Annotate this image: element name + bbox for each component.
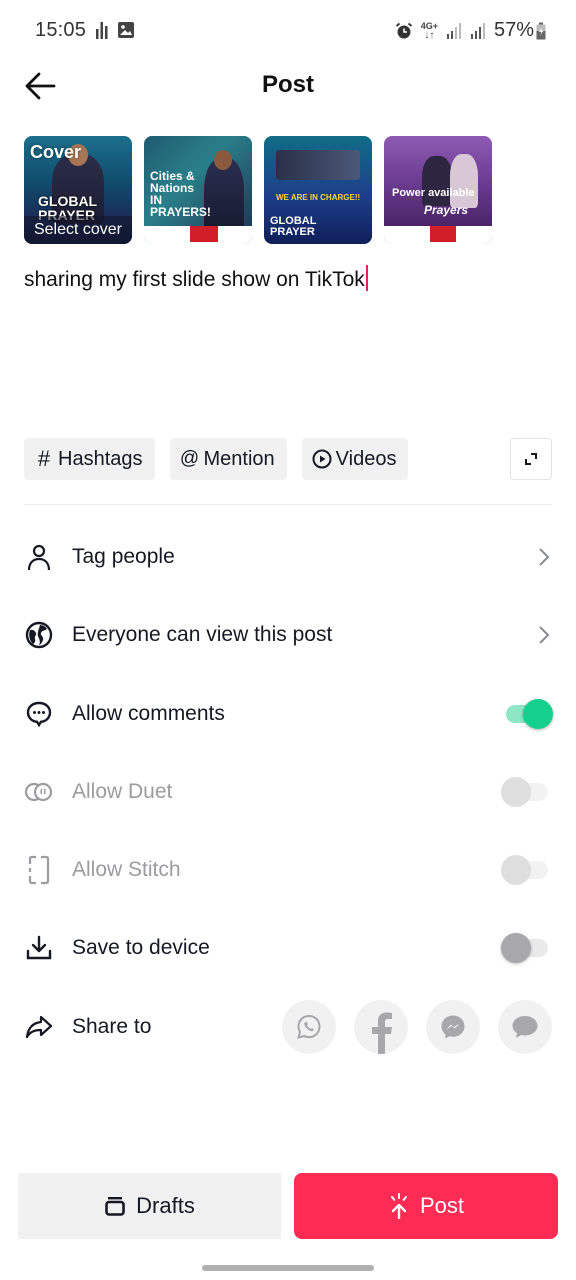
toggle-knob (501, 777, 531, 807)
toggle-knob (501, 933, 531, 963)
share-to-label: Share to (72, 1015, 152, 1038)
bars-notification-icon (95, 21, 109, 39)
stitch-icon (24, 855, 54, 885)
post-button[interactable]: Post (294, 1173, 558, 1239)
share-facebook-button[interactable] (354, 1000, 408, 1054)
share-whatsapp-button[interactable] (282, 1000, 336, 1054)
privacy-label: Everyone can view this post (72, 623, 333, 646)
divider (24, 504, 552, 505)
drafts-box-icon (105, 1197, 125, 1216)
share-targets (282, 1000, 552, 1054)
allow-comments-label: Allow comments (72, 702, 225, 725)
tag-people-label: Tag people (72, 545, 175, 568)
thumbnail-devices (276, 150, 360, 180)
home-indicator[interactable] (202, 1265, 374, 1271)
allow-duet-row: Allow Duet (0, 764, 576, 820)
thumbnail-2[interactable]: Cities & Nations IN PRAYERS! (144, 136, 252, 244)
toggle-knob (523, 699, 553, 729)
header: Post (0, 60, 576, 110)
cover-label: Cover (30, 142, 82, 162)
globe-icon (24, 620, 54, 650)
expand-icon (525, 453, 537, 465)
duet-icon (24, 777, 54, 807)
media-thumbnails: GLOBAL PRAYER Cover Select cover Cities … (24, 136, 492, 244)
status-time: 15:05 (35, 19, 87, 41)
videos-button[interactable]: Videos (301, 438, 409, 480)
toggle-knob (501, 855, 531, 885)
gallery-notification-icon (117, 21, 135, 39)
thumbnail-footer-red (190, 226, 218, 242)
page-title: Post (261, 71, 314, 98)
allow-stitch-toggle[interactable] (498, 852, 556, 888)
network-type-icon: 4G+ ↓↑ (421, 21, 438, 41)
allow-duet-label: Allow Duet (72, 780, 173, 803)
whatsapp-icon (297, 1014, 321, 1039)
caption-text: sharing my first slide show on TikTok (24, 268, 365, 291)
download-icon (24, 933, 54, 963)
share-to-row: Share to (0, 999, 576, 1055)
signal-1-icon (446, 22, 462, 40)
thumbnail-4[interactable]: Power available Prayers (384, 136, 492, 244)
save-to-device-toggle[interactable] (498, 930, 556, 966)
hashtags-button[interactable]: # Hashtags (24, 438, 155, 480)
post-label: Post (419, 1193, 465, 1218)
at-icon: @ (179, 448, 200, 469)
signal-2-icon (470, 22, 486, 40)
tag-people-row[interactable]: Tag people (0, 529, 576, 585)
chevron-right-icon (536, 547, 552, 567)
allow-duet-toggle[interactable] (498, 774, 556, 810)
thumbnail-headline: Cities & Nations IN PRAYERS! (150, 169, 211, 219)
allow-stitch-label: Allow Stitch (72, 858, 181, 881)
play-circle-icon (311, 448, 333, 470)
text-caret (365, 265, 368, 291)
sms-bubble-icon (512, 1016, 538, 1038)
status-bar: 15:05 4G+ ↓↑ 57% (0, 0, 576, 60)
thumbnail-headline: WE ARE IN CHARGE!! (276, 193, 361, 202)
thumbnail-footer-red (430, 226, 456, 242)
mention-label: Mention (203, 447, 275, 470)
battery-percent: 57% (493, 19, 534, 41)
allow-comments-row: Allow comments (0, 686, 576, 742)
drafts-button[interactable]: Drafts (18, 1173, 281, 1239)
share-messenger-button[interactable] (426, 1000, 480, 1054)
drafts-label: Drafts (136, 1193, 195, 1218)
caption-tools: # Hashtags @ Mention Videos (24, 438, 409, 480)
videos-label: Videos (335, 447, 397, 470)
mention-button[interactable]: @ Mention (169, 438, 287, 480)
expand-editor-button[interactable] (510, 438, 552, 480)
facebook-icon (372, 1012, 392, 1054)
save-to-device-row: Save to device (0, 920, 576, 976)
thumbnail-cover[interactable]: GLOBAL PRAYER Cover Select cover (24, 136, 132, 244)
select-cover-button[interactable]: Select cover (24, 216, 132, 244)
thumbnail-face (214, 150, 232, 170)
alarm-icon (395, 22, 413, 40)
share-sms-button[interactable] (498, 1000, 552, 1054)
post-sparkle-arrow-icon (390, 1193, 407, 1219)
allow-comments-toggle[interactable] (498, 696, 556, 732)
person-icon (24, 542, 54, 572)
thumbnail-figure-2 (450, 154, 478, 208)
select-cover-label: Select cover (33, 221, 123, 238)
thumbnail-subtitle: GLOBAL PRAYER (270, 215, 317, 238)
chevron-right-icon (536, 625, 552, 645)
battery-charging-icon (536, 22, 546, 40)
caption-input[interactable]: sharing my first slide show on TikTok (24, 265, 552, 292)
thumbnail-subtitle: Prayers (424, 203, 469, 217)
hash-icon: # (37, 446, 51, 471)
allow-stitch-row: Allow Stitch (0, 842, 576, 898)
share-arrow-icon (24, 1012, 54, 1042)
data-arrows-icon: ↓↑ (424, 29, 435, 41)
comment-bubble-icon (24, 699, 54, 729)
thumbnail-headline: Power available (392, 187, 475, 199)
hashtags-label: Hashtags (58, 447, 143, 470)
save-to-device-label: Save to device (72, 936, 210, 959)
thumbnail-3[interactable]: WE ARE IN CHARGE!! GLOBAL PRAYER (264, 136, 372, 244)
messenger-icon (441, 1015, 465, 1039)
privacy-row[interactable]: Everyone can view this post (0, 607, 576, 663)
